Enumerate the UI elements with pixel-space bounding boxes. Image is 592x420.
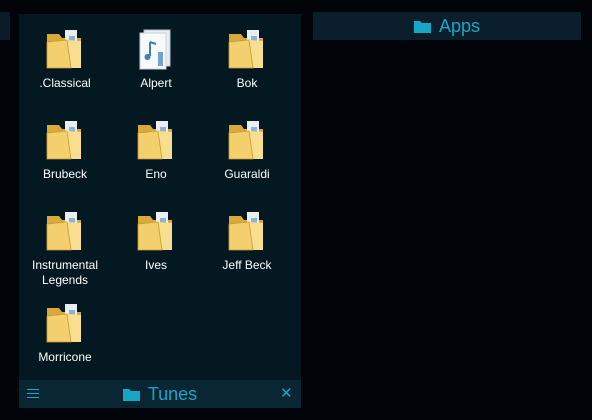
folder-item-eno[interactable]: Eno bbox=[112, 109, 200, 182]
folder-item-morricone[interactable]: Morricone bbox=[21, 292, 109, 365]
item-label: Guaraldi bbox=[224, 167, 270, 181]
folder-icon bbox=[43, 117, 87, 163]
tunes-panel-title: Tunes bbox=[147, 383, 198, 404]
folder-icon bbox=[134, 117, 178, 163]
item-label: Alpert bbox=[140, 76, 172, 90]
folder-icon bbox=[123, 388, 140, 401]
folder-icon bbox=[43, 26, 87, 72]
folder-icon bbox=[43, 300, 87, 346]
tunes-item-grid: .Classical Alpert Bok Brubeck Eno Guaral… bbox=[19, 14, 301, 380]
item-label: .Classical bbox=[39, 76, 91, 90]
folder-item-bok[interactable]: Bok bbox=[203, 18, 291, 91]
item-label: Ives bbox=[144, 258, 167, 272]
tunes-panel: .Classical Alpert Bok Brubeck Eno Guaral… bbox=[19, 14, 301, 408]
item-label: Jeff Beck bbox=[222, 258, 272, 272]
item-label: Instrumental Legends bbox=[31, 258, 99, 287]
item-label: Bok bbox=[236, 76, 258, 90]
apps-panel-title: Apps bbox=[438, 15, 481, 36]
music-file-icon bbox=[134, 26, 178, 72]
tunes-title-bar: Tunes bbox=[19, 380, 301, 408]
item-label: Eno bbox=[145, 167, 167, 181]
apps-panel-header[interactable]: Apps bbox=[313, 12, 581, 40]
folder-item-brubeck[interactable]: Brubeck bbox=[21, 109, 109, 182]
folder-icon bbox=[225, 208, 269, 254]
tunes-panel-footer: Tunes ✕ bbox=[19, 380, 301, 408]
folder-item-ives[interactable]: Ives bbox=[112, 200, 200, 273]
folder-item-guaraldi[interactable]: Guaraldi bbox=[203, 109, 291, 182]
folder-item-jeff-beck[interactable]: Jeff Beck bbox=[203, 200, 291, 273]
item-label: Brubeck bbox=[42, 167, 88, 181]
adjacent-panel-edge bbox=[0, 12, 10, 40]
folder-icon bbox=[225, 26, 269, 72]
folder-icon bbox=[134, 208, 178, 254]
folder-item-instrumental-legends[interactable]: Instrumental Legends bbox=[21, 200, 109, 288]
folder-icon bbox=[414, 20, 431, 33]
close-icon[interactable]: ✕ bbox=[280, 386, 293, 401]
folder-item-classical[interactable]: .Classical bbox=[21, 18, 109, 91]
item-label: Morricone bbox=[38, 350, 92, 364]
file-item-alpert[interactable]: Alpert bbox=[112, 18, 200, 91]
folder-icon bbox=[225, 117, 269, 163]
folder-icon bbox=[43, 208, 87, 254]
